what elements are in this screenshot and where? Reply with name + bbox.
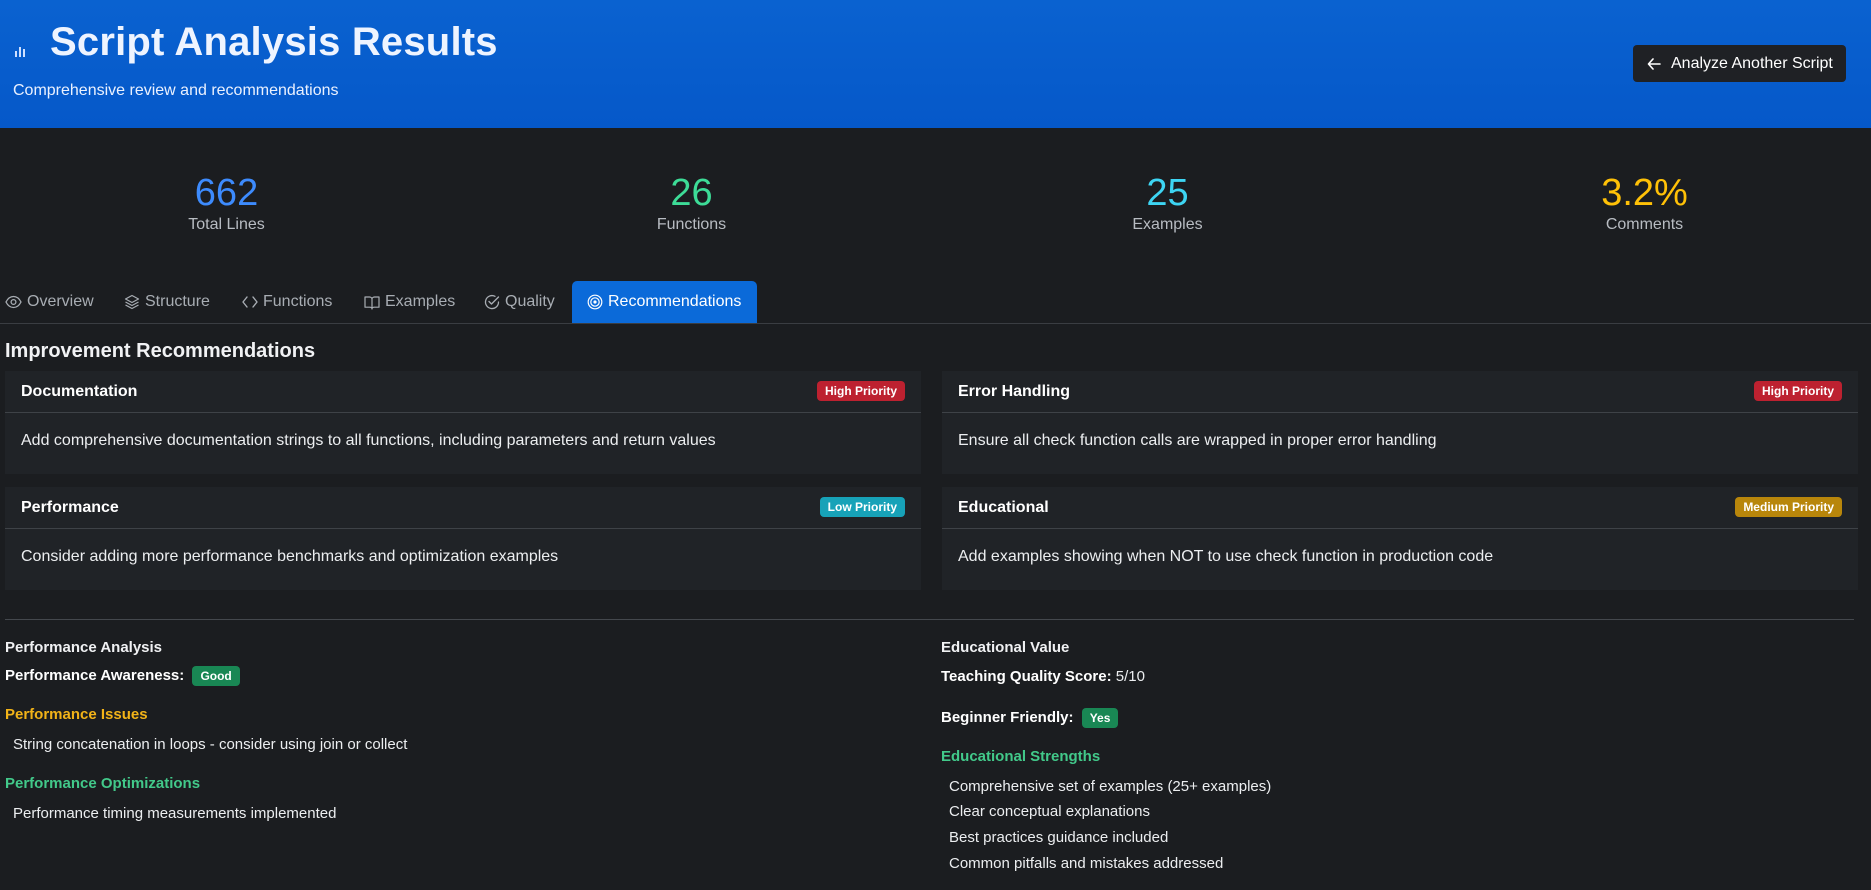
layers-icon: [124, 294, 140, 310]
stat-value: 662: [194, 172, 259, 214]
recommendation-card-documentation: Documentation High Priority Add comprehe…: [5, 371, 921, 474]
list-item: Performance timing measurements implemen…: [13, 805, 337, 822]
recommendation-card-error-handling: Error Handling High Priority Ensure all …: [942, 371, 1858, 474]
teaching-quality-score: Teaching Quality Score: 5/10: [941, 668, 1145, 685]
list-item: Clear conceptual explanations: [949, 803, 1150, 820]
card-header: Educational Medium Priority: [942, 487, 1858, 529]
beginner-badge: Yes: [1081, 708, 1119, 728]
tab-label: Examples: [385, 293, 456, 310]
tab-recommendations[interactable]: Recommendations: [572, 281, 757, 323]
beginner-label: Beginner Friendly:: [941, 708, 1074, 726]
tab-label: Overview: [27, 293, 94, 310]
stat-examples: 25 Examples: [941, 160, 1394, 260]
stat-total-lines: 662 Total Lines: [0, 160, 453, 260]
recommendation-text: Add examples showing when NOT to use che…: [958, 548, 1494, 565]
tab-examples[interactable]: Examples: [364, 281, 455, 323]
section-divider: [5, 619, 1854, 620]
recommendation-text: Ensure all check function calls are wrap…: [958, 432, 1437, 449]
recommendation-text: Add comprehensive documentation strings …: [21, 432, 716, 449]
recommendation-category: Performance: [21, 499, 119, 516]
stat-value: 25: [1146, 172, 1189, 214]
tab-quality[interactable]: Quality: [484, 281, 555, 323]
card-header: Error Handling High Priority: [942, 371, 1858, 413]
awareness-label: Performance Awareness:: [5, 666, 185, 684]
page-title: Script Analysis Results: [50, 20, 498, 64]
card-header: Performance Low Priority: [5, 487, 921, 529]
stat-functions: 26 Functions: [465, 160, 918, 260]
performance-awareness: Performance Awareness: Good: [5, 666, 240, 686]
book-icon: [364, 295, 380, 310]
priority-badge: Medium Priority: [1735, 497, 1842, 517]
list-item: Comprehensive set of examples (25+ examp…: [949, 778, 1272, 795]
tab-label: Structure: [145, 293, 210, 310]
recommendation-card-performance: Performance Low Priority Consider adding…: [5, 487, 921, 590]
back-button-label: Analyze Another Script: [1671, 54, 1833, 72]
performance-issues-heading: Performance Issues: [5, 706, 148, 723]
page-header: Script Analysis Results Comprehensive re…: [0, 0, 1871, 128]
list-item: Common pitfalls and mistakes addressed: [949, 855, 1224, 872]
recommendation-category: Documentation: [21, 383, 138, 400]
stats-row: 662 Total Lines 26 Functions 25 Examples…: [0, 160, 1871, 260]
tab-structure[interactable]: Structure: [124, 281, 210, 323]
recommendation-category: Educational: [958, 499, 1049, 516]
performance-analysis-heading: Performance Analysis: [5, 639, 163, 656]
recommendation-text: Consider adding more performance benchma…: [21, 548, 559, 565]
target-icon: [587, 294, 603, 310]
priority-badge: Low Priority: [819, 497, 905, 517]
stat-value: 26: [670, 172, 713, 214]
arrow-left-icon: [1647, 57, 1661, 70]
tab-label: Recommendations: [608, 293, 742, 310]
stat-label: Functions: [656, 216, 727, 233]
performance-optimizations-heading: Performance Optimizations: [5, 775, 201, 792]
tab-label: Quality: [505, 293, 555, 310]
recommendations-heading: Improvement Recommendations: [5, 340, 316, 362]
bar-chart-icon: [15, 47, 25, 57]
stat-label: Comments: [1605, 216, 1684, 233]
stat-label: Examples: [1132, 216, 1203, 233]
educational-value-heading: Educational Value: [941, 639, 1070, 656]
card-header: Documentation High Priority: [5, 371, 921, 413]
tab-overview[interactable]: Overview: [5, 281, 94, 323]
priority-badge: High Priority: [1753, 381, 1842, 401]
score-label: Teaching Quality Score:: [941, 668, 1112, 685]
list-item: String concatenation in loops - consider…: [13, 736, 408, 753]
priority-badge: High Priority: [816, 381, 905, 401]
score-value: 5/10: [1115, 668, 1145, 685]
eye-icon: [5, 295, 22, 309]
tab-bar: Overview Structure Functions Examples Qu…: [0, 281, 1871, 324]
awareness-badge: Good: [192, 666, 240, 686]
analyze-another-script-button[interactable]: Analyze Another Script: [1633, 45, 1846, 82]
stat-value: 3.2%: [1601, 172, 1688, 214]
check-circle-icon: [484, 294, 500, 310]
recommendation-card-educational: Educational Medium Priority Add examples…: [942, 487, 1858, 590]
educational-strengths-heading: Educational Strengths: [941, 748, 1101, 765]
recommendation-category: Error Handling: [958, 383, 1071, 400]
page-subtitle: Comprehensive review and recommendations: [13, 82, 339, 99]
beginner-friendly: Beginner Friendly: Yes: [941, 708, 1119, 728]
stat-comments: 3.2% Comments: [1418, 160, 1871, 260]
tab-functions[interactable]: Functions: [242, 281, 332, 323]
stat-label: Total Lines: [188, 216, 265, 233]
list-item: Best practices guidance included: [949, 829, 1169, 846]
code-icon: [242, 296, 258, 308]
tab-label: Functions: [263, 293, 333, 310]
